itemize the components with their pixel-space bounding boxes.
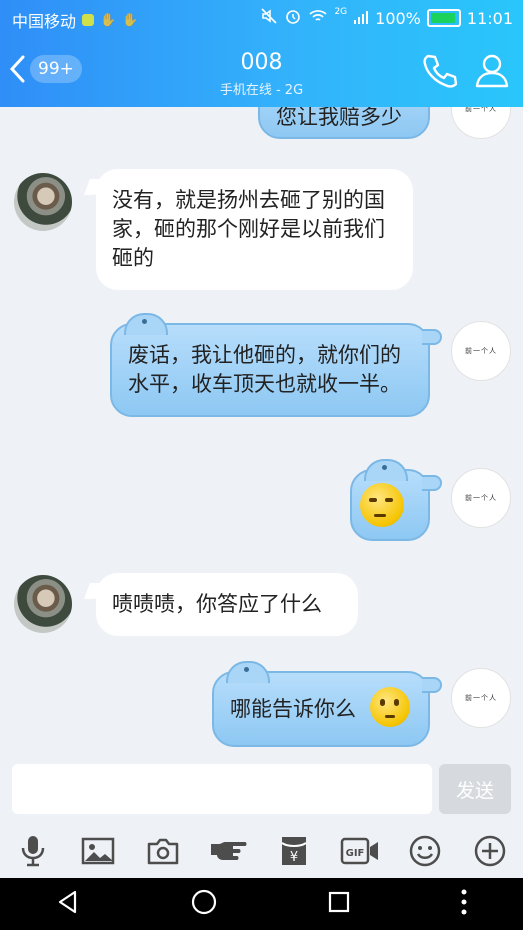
message-text: 您让我赔多少 (276, 107, 402, 129)
wifi-icon (308, 8, 328, 28)
more-button[interactable] (470, 833, 510, 873)
call-button[interactable] (420, 52, 458, 92)
message-text: 哪能告诉你么 (230, 697, 356, 721)
camera-button[interactable] (143, 833, 183, 873)
poke-button[interactable] (209, 833, 249, 873)
microphone-icon (19, 834, 47, 872)
message-text: 啧啧啧，你答应了什么 (112, 592, 322, 616)
battery-percent: 100% (375, 8, 421, 28)
image-icon (81, 837, 115, 869)
message-bubble[interactable]: 没有，就是扬州去砸了别的国家，砸的那个刚好是以前我们砸的 (96, 169, 413, 290)
plus-icon (474, 835, 506, 871)
title-row: 99+ 008 手机在线 - 2G (0, 34, 523, 107)
system-nav-bar (0, 878, 523, 930)
red-packet-button[interactable]: ¥ (274, 833, 314, 873)
message-bubble[interactable]: 废话，我让他砸的，就你们的水平，收车顶天也就收一半。 (110, 313, 442, 417)
alarm-icon (284, 7, 302, 29)
message-bubble[interactable] (350, 459, 442, 541)
send-button[interactable]: 发送 (439, 764, 511, 814)
my-avatar[interactable]: 前一个人 (451, 468, 511, 528)
chat-area[interactable]: 您让我赔多少 前一个人 没有，就是扬州去砸了别的国家，砸的那个刚好是以前我们砸的… (0, 107, 523, 760)
message-bubble[interactable]: 您让我赔多少 (258, 107, 430, 139)
composer-toolbar: ¥ GIF (0, 828, 523, 878)
message-text: 没有，就是扬州去砸了别的国家，砸的那个刚好是以前我们砸的 (112, 188, 385, 270)
nav-recents-button[interactable] (327, 890, 351, 918)
avatar-text: 前一个人 (465, 347, 497, 355)
nav-back-button[interactable] (55, 889, 81, 919)
battery-icon (426, 9, 461, 27)
red-packet-icon: ¥ (280, 835, 308, 871)
message-text: 废话，我让他砸的，就你们的水平，收车顶天也就收一半。 (128, 343, 401, 396)
my-avatar[interactable]: 前一个人 (451, 668, 511, 728)
composer: 发送 (0, 760, 523, 828)
notification-icon (82, 14, 95, 26)
camera-icon (146, 837, 180, 869)
contact-avatar[interactable] (14, 173, 72, 231)
contact-avatar[interactable] (14, 575, 72, 633)
hand-point-icon (209, 838, 249, 868)
message-bubble[interactable]: 啧啧啧，你答应了什么 (96, 573, 358, 636)
user-icon (474, 54, 510, 92)
signal-icon (353, 9, 369, 28)
awkward-emoji-icon (360, 483, 404, 527)
emoji-icon (409, 835, 441, 871)
nav-more-button[interactable] (460, 888, 468, 920)
avatar-text: 前一个人 (465, 694, 497, 702)
status-bar: 中国移动 ✋ ✋ 2G 100% 11:01 (0, 0, 523, 34)
top-header: 中国移动 ✋ ✋ 2G 100% 11:01 99+ 008 手机在线 - 2G (0, 0, 523, 107)
emoji-button[interactable] (405, 833, 445, 873)
hand-notification-icon: ✋ (100, 12, 117, 28)
my-avatar[interactable]: 前一个人 (451, 321, 511, 381)
carrier-label: 中国移动 (12, 12, 77, 31)
my-avatar[interactable]: 前一个人 (451, 107, 511, 139)
clock: 11:01 (466, 8, 513, 28)
network-type-label: 2G (334, 7, 348, 17)
message-input[interactable] (12, 764, 432, 814)
phone-icon (420, 54, 458, 92)
smiling-emoji-icon (370, 687, 410, 727)
avatar-text: 前一个人 (465, 494, 497, 502)
nav-home-button[interactable] (190, 888, 218, 920)
mute-icon (260, 7, 278, 29)
profile-button[interactable] (474, 52, 510, 92)
svg-text:GIF: GIF (345, 848, 364, 859)
hand-notification-icon-2: ✋ (122, 12, 139, 28)
image-button[interactable] (78, 833, 118, 873)
svg-text:¥: ¥ (290, 850, 298, 865)
avatar-text: 前一个人 (465, 107, 497, 113)
message-bubble[interactable]: 哪能告诉你么 (212, 661, 442, 747)
gif-button[interactable]: GIF (340, 833, 380, 873)
gif-icon: GIF (340, 837, 380, 869)
microphone-button[interactable] (13, 833, 53, 873)
